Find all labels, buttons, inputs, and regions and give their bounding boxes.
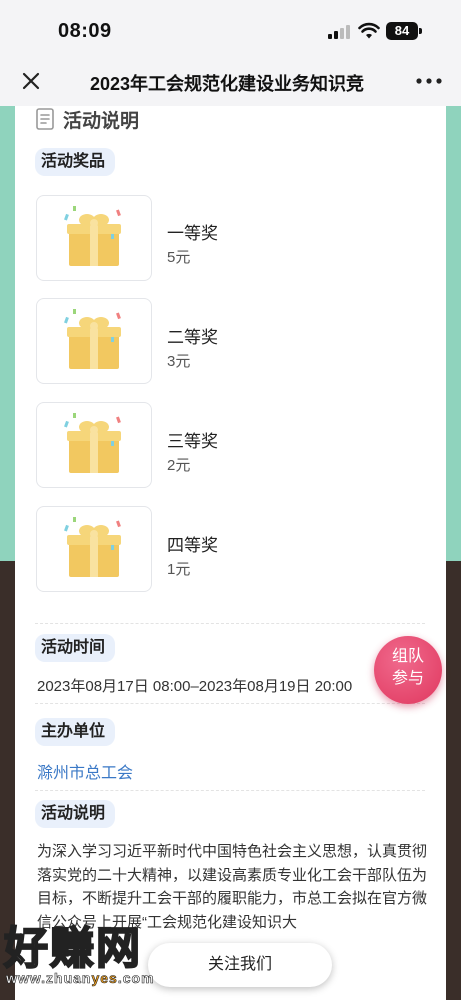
divider [35,623,425,624]
prize-image [36,298,152,384]
gift-icon [64,413,121,473]
close-icon[interactable] [18,68,44,94]
divider [35,790,425,791]
gift-icon [64,206,121,266]
activity-card: 活动说明 活动奖品 一等奖 5元 二等奖 3元 三等奖 2元 四等奖 1元 活动… [15,106,446,1000]
card-header-title: 活动说明 [63,110,140,132]
document-icon [36,108,54,130]
prize-name: 一等奖 [167,224,218,243]
join-team-button[interactable]: 组队 参与 [374,636,442,704]
prize-image [36,402,152,488]
page-title: 2023年工会规范化建设业务知识竞 [89,74,365,94]
prize-image [36,506,152,592]
watermark-text: 好赚网 [3,923,142,974]
status-bar: 08:09 84 [0,0,461,56]
divider [35,703,425,704]
prize-image [36,195,152,281]
gift-icon [64,517,121,577]
watermark-logo: 好赚网 www.zhuanyes.com [0,912,200,992]
section-title-prizes: 活动奖品 [35,148,116,176]
section-title-description: 活动说明 [35,800,116,828]
organizer-link[interactable]: 滁州市总工会 [37,759,133,783]
section-title-time: 活动时间 [35,634,116,662]
join-team-label-1: 组队 [391,648,424,665]
activity-time: 2023年08月17日 08:00–2023年08月19日 20:00 [37,678,353,695]
join-team-label-2: 参与 [391,670,424,687]
card-header: 活动说明 [35,106,139,132]
battery-icon: 84 [386,22,422,40]
prize-value: 1元 [167,561,191,578]
more-icon[interactable] [414,76,444,86]
prize-name: 二等奖 [167,328,218,347]
prize-name: 四等奖 [167,536,218,555]
signal-icon [328,25,350,39]
gift-icon [64,309,121,369]
prize-name: 三等奖 [167,432,218,451]
watermark-url: www.zhuanyes.com [6,970,155,987]
prize-value: 2元 [167,457,191,474]
status-time: 08:09 [58,20,112,42]
nav-bar: 2023年工会规范化建设业务知识竞 [0,56,461,106]
section-title-organizer: 主办单位 [35,718,116,746]
prize-value: 5元 [167,249,191,266]
wifi-icon [358,22,380,39]
prize-value: 3元 [167,353,191,370]
